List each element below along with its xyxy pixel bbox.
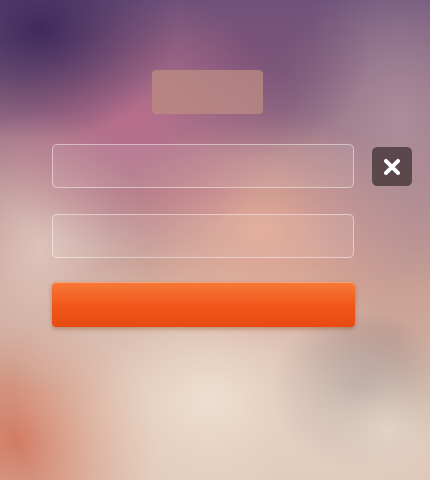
login-screen	[0, 0, 430, 480]
username-field[interactable]	[52, 144, 354, 188]
logo-title	[152, 70, 263, 114]
close-icon	[384, 158, 400, 175]
submit-button[interactable]	[52, 282, 355, 327]
password-field[interactable]	[52, 214, 354, 258]
close-button[interactable]	[372, 147, 412, 186]
